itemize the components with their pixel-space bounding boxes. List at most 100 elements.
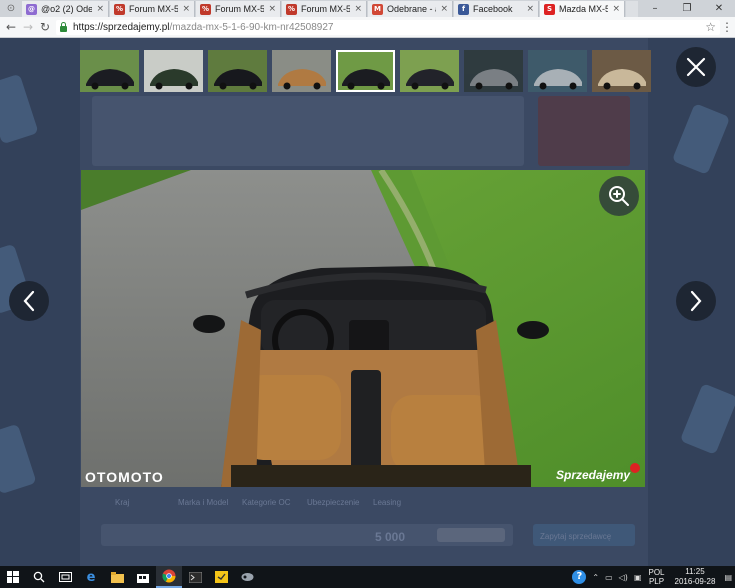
task-view-icon[interactable] [52, 566, 78, 588]
main-photo[interactable] [81, 170, 645, 487]
gallery-thumbnail[interactable] [144, 50, 203, 92]
prev-photo-button[interactable] [9, 281, 49, 321]
thumbnail-image [208, 50, 267, 92]
chrome-icon[interactable] [156, 566, 182, 588]
browser-tab-strip: ⊙ @ @o2 (2) Odebra × % Forum MX-5 Klu × … [0, 0, 735, 17]
chevron-up-icon[interactable]: ⌃ [589, 573, 602, 582]
store-icon[interactable] [130, 566, 156, 588]
tab-forum-2[interactable]: % Forum MX-5 Klu × [196, 1, 281, 17]
tab-facebook[interactable]: f Facebook × [454, 1, 539, 17]
search-icon[interactable] [26, 566, 52, 588]
deco-tag-icon [679, 383, 735, 455]
notifications-icon[interactable]: ▤ [721, 573, 735, 582]
thumbnail-image [400, 50, 459, 92]
lightbox-close-button[interactable] [676, 47, 716, 87]
network-icon[interactable]: ▣ [631, 573, 645, 582]
app-icon[interactable] [234, 566, 260, 588]
edge-icon[interactable]: e [78, 566, 104, 588]
gallery-thumbnail[interactable] [528, 50, 587, 92]
close-icon [686, 57, 706, 77]
lock-icon [60, 22, 67, 32]
windows-start-icon[interactable] [0, 566, 26, 588]
new-tab-button[interactable] [626, 1, 638, 17]
keyboard-layout: PLP [648, 577, 665, 586]
minimize-icon[interactable]: – [639, 0, 671, 17]
forum-favicon-icon: % [286, 3, 297, 15]
thumbnail-image [272, 50, 331, 92]
tab-forum-1[interactable]: % Forum MX-5 Klu × [110, 1, 195, 17]
incognito-icon: ⊙ [6, 3, 16, 14]
thumbnail-image [144, 50, 203, 92]
car-photo-image [81, 170, 645, 487]
thumbnail-image [592, 50, 651, 92]
gallery-thumbnail[interactable] [272, 50, 331, 92]
forum-favicon-icon: % [200, 3, 211, 15]
tab-title: Facebook [473, 4, 513, 14]
tab-title: Mazda MX-5 1.6 [559, 4, 609, 14]
close-icon[interactable]: × [182, 4, 190, 14]
backdrop-tab-2: Marka i Model [178, 498, 229, 507]
ad-side-thumb [538, 96, 630, 166]
tab-title: Forum MX-5 Klu [129, 4, 179, 14]
chevron-right-icon [690, 290, 702, 312]
o2-favicon-icon: @ [26, 3, 37, 15]
address-bar: ← → ↻ https://sprzedajemy.pl/mazda-mx-5-… [0, 17, 735, 38]
zoom-in-icon [609, 186, 629, 206]
clock-date: 2016-09-28 [674, 577, 716, 586]
tab-gmail[interactable]: M Odebrane - artu × [368, 1, 453, 17]
close-icon[interactable]: × [354, 4, 362, 14]
deco-tag-icon [0, 73, 39, 145]
backdrop-tab-1: Kraj [115, 498, 130, 507]
tab-forum-3[interactable]: % Forum MX-5 Klu × [282, 1, 367, 17]
gallery-thumbnail[interactable] [464, 50, 523, 92]
backdrop-contact-label: Zapytaj sprzedawcę [540, 532, 612, 541]
close-icon[interactable]: × [612, 4, 620, 14]
windows-taskbar: e ? ⌃ ▭ ◁) ▣ POL PLP 11:25 2016-09-28 ▤ [0, 566, 735, 588]
clock[interactable]: 11:25 2016-09-28 [669, 567, 722, 587]
close-icon[interactable]: × [96, 4, 104, 14]
help-icon[interactable]: ? [569, 570, 589, 584]
backdrop-price: 5 000 [375, 530, 406, 544]
thumbnail-image [80, 50, 139, 92]
url-host: https://sprzedajemy.pl [73, 22, 170, 33]
gallery-thumbnail[interactable] [592, 50, 651, 92]
thumbnail-strip [80, 50, 651, 92]
maximize-icon[interactable]: ❐ [671, 0, 703, 17]
next-photo-button[interactable] [676, 281, 716, 321]
gallery-thumbnail[interactable] [400, 50, 459, 92]
gallery-thumbnail[interactable] [80, 50, 139, 92]
zoom-button[interactable] [599, 176, 639, 216]
facebook-favicon-icon: f [458, 3, 469, 15]
tab-mazda-active[interactable]: S Mazda MX-5 1.6 × [540, 1, 625, 17]
backdrop-tab-4: Ubezpieczenie [307, 498, 360, 507]
sticky-notes-icon[interactable] [208, 566, 234, 588]
bookmark-star-icon[interactable]: ☆ [705, 20, 716, 34]
system-tray: ? ⌃ ▭ ◁) ▣ POL PLP 11:25 2016-09-28 ▤ [569, 566, 735, 588]
reload-icon[interactable]: ↻ [37, 19, 53, 35]
gallery-thumbnail[interactable] [336, 50, 395, 92]
volume-icon[interactable]: ◁) [616, 573, 631, 582]
close-icon[interactable]: × [268, 4, 276, 14]
url-path: /mazda-mx-5-1-6-90-km-nr42508927 [169, 22, 334, 33]
close-icon[interactable]: × [526, 4, 534, 14]
thumbnail-image [464, 50, 523, 92]
forward-arrow-icon[interactable]: → [20, 19, 36, 35]
action-center-icon[interactable]: ▭ [602, 573, 616, 582]
back-arrow-icon[interactable]: ← [3, 19, 19, 35]
gmail-favicon-icon: M [372, 3, 383, 15]
url-field[interactable]: https://sprzedajemy.pl/mazda-mx-5-1-6-90… [56, 20, 720, 35]
tab-o2[interactable]: @ @o2 (2) Odebra × [22, 1, 109, 17]
gallery-thumbnail[interactable] [208, 50, 267, 92]
window-controls: – ❐ ✕ [639, 0, 735, 17]
language-indicator[interactable]: POL PLP [645, 568, 669, 586]
thumbnail-image [528, 50, 587, 92]
chevron-left-icon [23, 290, 35, 312]
menu-dots-icon[interactable]: ⋮ [721, 19, 733, 35]
tab-title: Forum MX-5 Klu [301, 4, 351, 14]
terminal-icon[interactable] [182, 566, 208, 588]
file-explorer-icon[interactable] [104, 566, 130, 588]
close-icon[interactable]: × [440, 4, 448, 14]
window-close-icon[interactable]: ✕ [703, 0, 735, 17]
tab-title: Forum MX-5 Klu [215, 4, 265, 14]
thumbnail-image [336, 50, 395, 92]
